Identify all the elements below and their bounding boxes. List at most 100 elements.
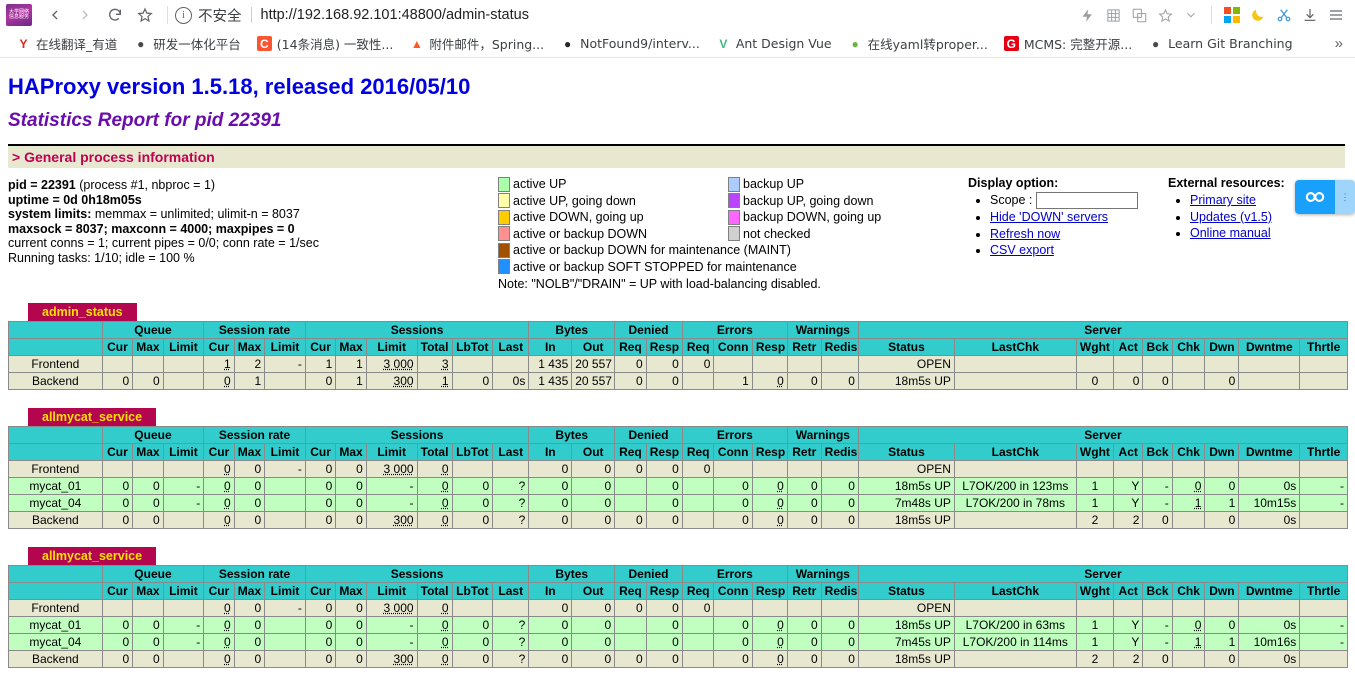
table-cell: 3 000 [365,354,418,373]
menu-icon[interactable] [1323,2,1349,28]
table-cell: 0 [416,615,453,634]
table-row: mycat_04 0 0-0 0 0 0-0 0? 0 0 0 0 0 0 0 7m45s UP L7OK/2… [8,632,1348,651]
column-header: Total [416,337,453,356]
legend-item: backup DOWN, going up [728,209,881,226]
bookmark-label: (14条消息) 一致性... [276,37,394,52]
floating-helper-widget[interactable]: ⋮ [1295,180,1355,214]
translate-icon[interactable] [1126,2,1152,28]
table-cell: 0 [451,632,494,651]
column-group-header: Denied [614,320,683,339]
table-cell: L7OK/200 in 123ms [953,476,1077,495]
table-cell [162,598,205,617]
table-cell: 0 [304,649,337,668]
table-cell: 0 [786,371,822,390]
bookmark-item[interactable]: G MCMS: 完整开源... [996,32,1140,55]
table-cell: 0 [416,459,453,478]
star-outline-icon[interactable] [1152,2,1178,28]
general-process-information-header: > General process information [8,144,1345,168]
table-cell: 0 [645,632,683,651]
online-manual-item[interactable]: Online manual [1190,225,1285,242]
table-cell: 0 [1204,649,1240,668]
legend-color-swatch [728,209,740,225]
table-subheader-row: Cur Max Limit Cur Max Limit Cur Max Limit Total Lb… [8,581,1348,600]
csv-export-link[interactable]: CSV export [990,243,1054,257]
bookmark-item[interactable]: V Ant Design Vue [708,34,840,53]
hide-down-servers-item[interactable]: Hide 'DOWN' servers [990,209,1168,226]
chevron-down-icon[interactable] [1178,2,1204,28]
column-header: Status [857,337,955,356]
table-cell: - [1299,615,1348,634]
table-cell: L7OK/200 in 63ms [953,615,1077,634]
column-group-header: Session rate [203,564,306,583]
table-cell [681,615,715,634]
table-cell: 1 [1204,632,1240,651]
bookmark-item[interactable]: ● 研发一体化平台 [125,32,249,55]
bookmark-item[interactable]: ▲ 附件邮件，Spring... [401,32,552,55]
lightning-icon[interactable] [1074,2,1100,28]
bookmark-star-icon[interactable] [130,1,160,29]
refresh-now-item[interactable]: Refresh now [990,226,1168,243]
table-cell: 0 [786,476,822,495]
scissors-icon[interactable] [1271,2,1297,28]
table-cell: 0 [1113,371,1144,390]
table-cell: 0 [203,649,235,668]
widget-handle[interactable]: ⋮ [1335,180,1355,214]
url-divider [250,7,252,23]
primary-site-link[interactable]: Primary site [1190,193,1256,207]
table-cell: OPEN [857,354,955,373]
table-cell: 0 [132,510,164,529]
bookmark-item[interactable]: ● 在线yaml转proper... [840,32,996,55]
display-option-title: Display option: [968,176,1059,190]
table-cell [1075,598,1115,617]
table-cell: 0 [203,476,235,495]
csv-export-item[interactable]: CSV export [990,242,1168,259]
download-icon[interactable] [1297,2,1323,28]
scope-input[interactable] [1036,192,1139,209]
table-cell: 0 [713,615,753,634]
table-cell: 0 [786,649,822,668]
primary-site-item[interactable]: Primary site [1190,192,1285,209]
bookmark-item[interactable]: Y 在线翻译_有道 [8,32,125,55]
bookmark-item[interactable]: C (14条消息) 一致性... [249,32,402,55]
extension-grid-icon[interactable] [1219,2,1245,28]
moon-icon[interactable] [1245,2,1271,28]
updates-item[interactable]: Updates (v1.5) [1190,209,1285,226]
proxy-name-badge: admin_status [28,302,137,321]
bookmark-item[interactable]: ● Learn Git Branching [1140,34,1300,53]
online-manual-link[interactable]: Online manual [1190,226,1271,240]
hide-down-servers-link[interactable]: Hide 'DOWN' servers [990,210,1108,224]
address-bar[interactable]: i 不安全 http://192.168.92.101:48800/admin-… [175,1,1074,29]
toolbar-divider [167,6,168,24]
table-cell [492,598,530,617]
column-header: Req [681,581,715,600]
table-spacer [8,390,1355,398]
column-header: Last [492,337,530,356]
legend-note: Note: "NOLB"/"DRAIN" = UP with load-bala… [498,277,821,291]
infinity-icon[interactable] [1295,180,1335,214]
column-header: Cur [203,581,235,600]
table-cell [820,354,859,373]
table-cell: 0 [335,632,367,651]
back-button[interactable] [40,1,70,29]
reload-button[interactable] [100,1,130,29]
table-cell: 0 [101,493,134,512]
forward-button[interactable] [70,1,100,29]
table-cell: 0 [1171,476,1206,495]
column-header: Max [233,581,266,600]
updates-link[interactable]: Updates (v1.5) [1190,210,1272,224]
grid-icon[interactable] [1100,2,1126,28]
table-cell: 0 [528,476,573,495]
bookmark-item[interactable]: ● NotFound9/interv... [552,34,708,53]
row-label: mycat_01 [8,615,103,634]
column-header: Total [416,442,453,461]
table-cell: 1 [1075,493,1115,512]
bookmarks-overflow-icon[interactable]: » [1335,35,1347,52]
column-group-header [8,320,103,339]
refresh-now-link[interactable]: Refresh now [990,227,1060,241]
table-cell: 0 [571,632,616,651]
table-cell: 0 [751,632,788,651]
site-info-icon[interactable]: i [175,6,192,24]
row-label: mycat_04 [8,493,103,512]
legend-label: active DOWN, going up [513,210,644,224]
url-text[interactable]: http://192.168.92.101:48800/admin-status [261,7,529,23]
